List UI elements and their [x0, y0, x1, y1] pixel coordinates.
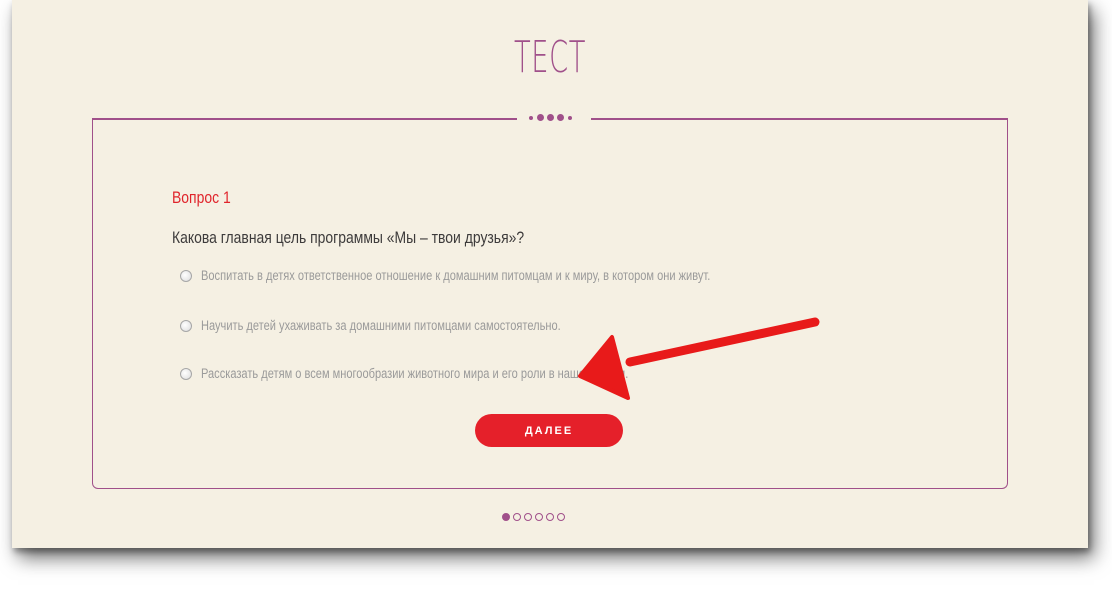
pagination-dot-4[interactable] [535, 513, 543, 521]
answer-option-label: Научить детей ухаживать за домашними пит… [201, 318, 561, 333]
question-number: Вопрос 1 [172, 188, 231, 207]
card-top-border-left [93, 118, 518, 120]
answer-option-label: Воспитать в детях ответственное отношени… [201, 268, 711, 283]
radio-button[interactable] [180, 269, 192, 282]
answer-option-3[interactable]: Рассказать детям о всем многообразии жив… [180, 366, 722, 381]
answer-option-2[interactable]: Научить детей ухаживать за домашними пит… [180, 318, 640, 333]
question-text: Какова главная цель программы «Мы – твои… [172, 228, 525, 247]
pagination-dot-3[interactable] [524, 513, 532, 521]
answer-option-label: Рассказать детям о всем многообразии жив… [201, 366, 629, 381]
next-button[interactable]: ДАЛЕЕ [475, 414, 623, 447]
card-top-border-right [582, 118, 1007, 120]
radio-button[interactable] [180, 367, 192, 380]
pagination-dot-6[interactable] [557, 513, 565, 521]
answer-option-1[interactable]: Воспитать в детях ответственное отношени… [180, 268, 822, 283]
pagination-dot-5[interactable] [546, 513, 554, 521]
pagination-dot-1[interactable] [502, 513, 510, 521]
pagination [502, 513, 565, 521]
pagination-dot-2[interactable] [513, 513, 521, 521]
quiz-panel: ТЕСТ Вопрос 1 Какова главная цель програ… [12, 0, 1088, 548]
dots-ornament-icon [517, 111, 591, 125]
radio-button[interactable] [180, 319, 192, 332]
page-title: ТЕСТ [513, 32, 587, 83]
